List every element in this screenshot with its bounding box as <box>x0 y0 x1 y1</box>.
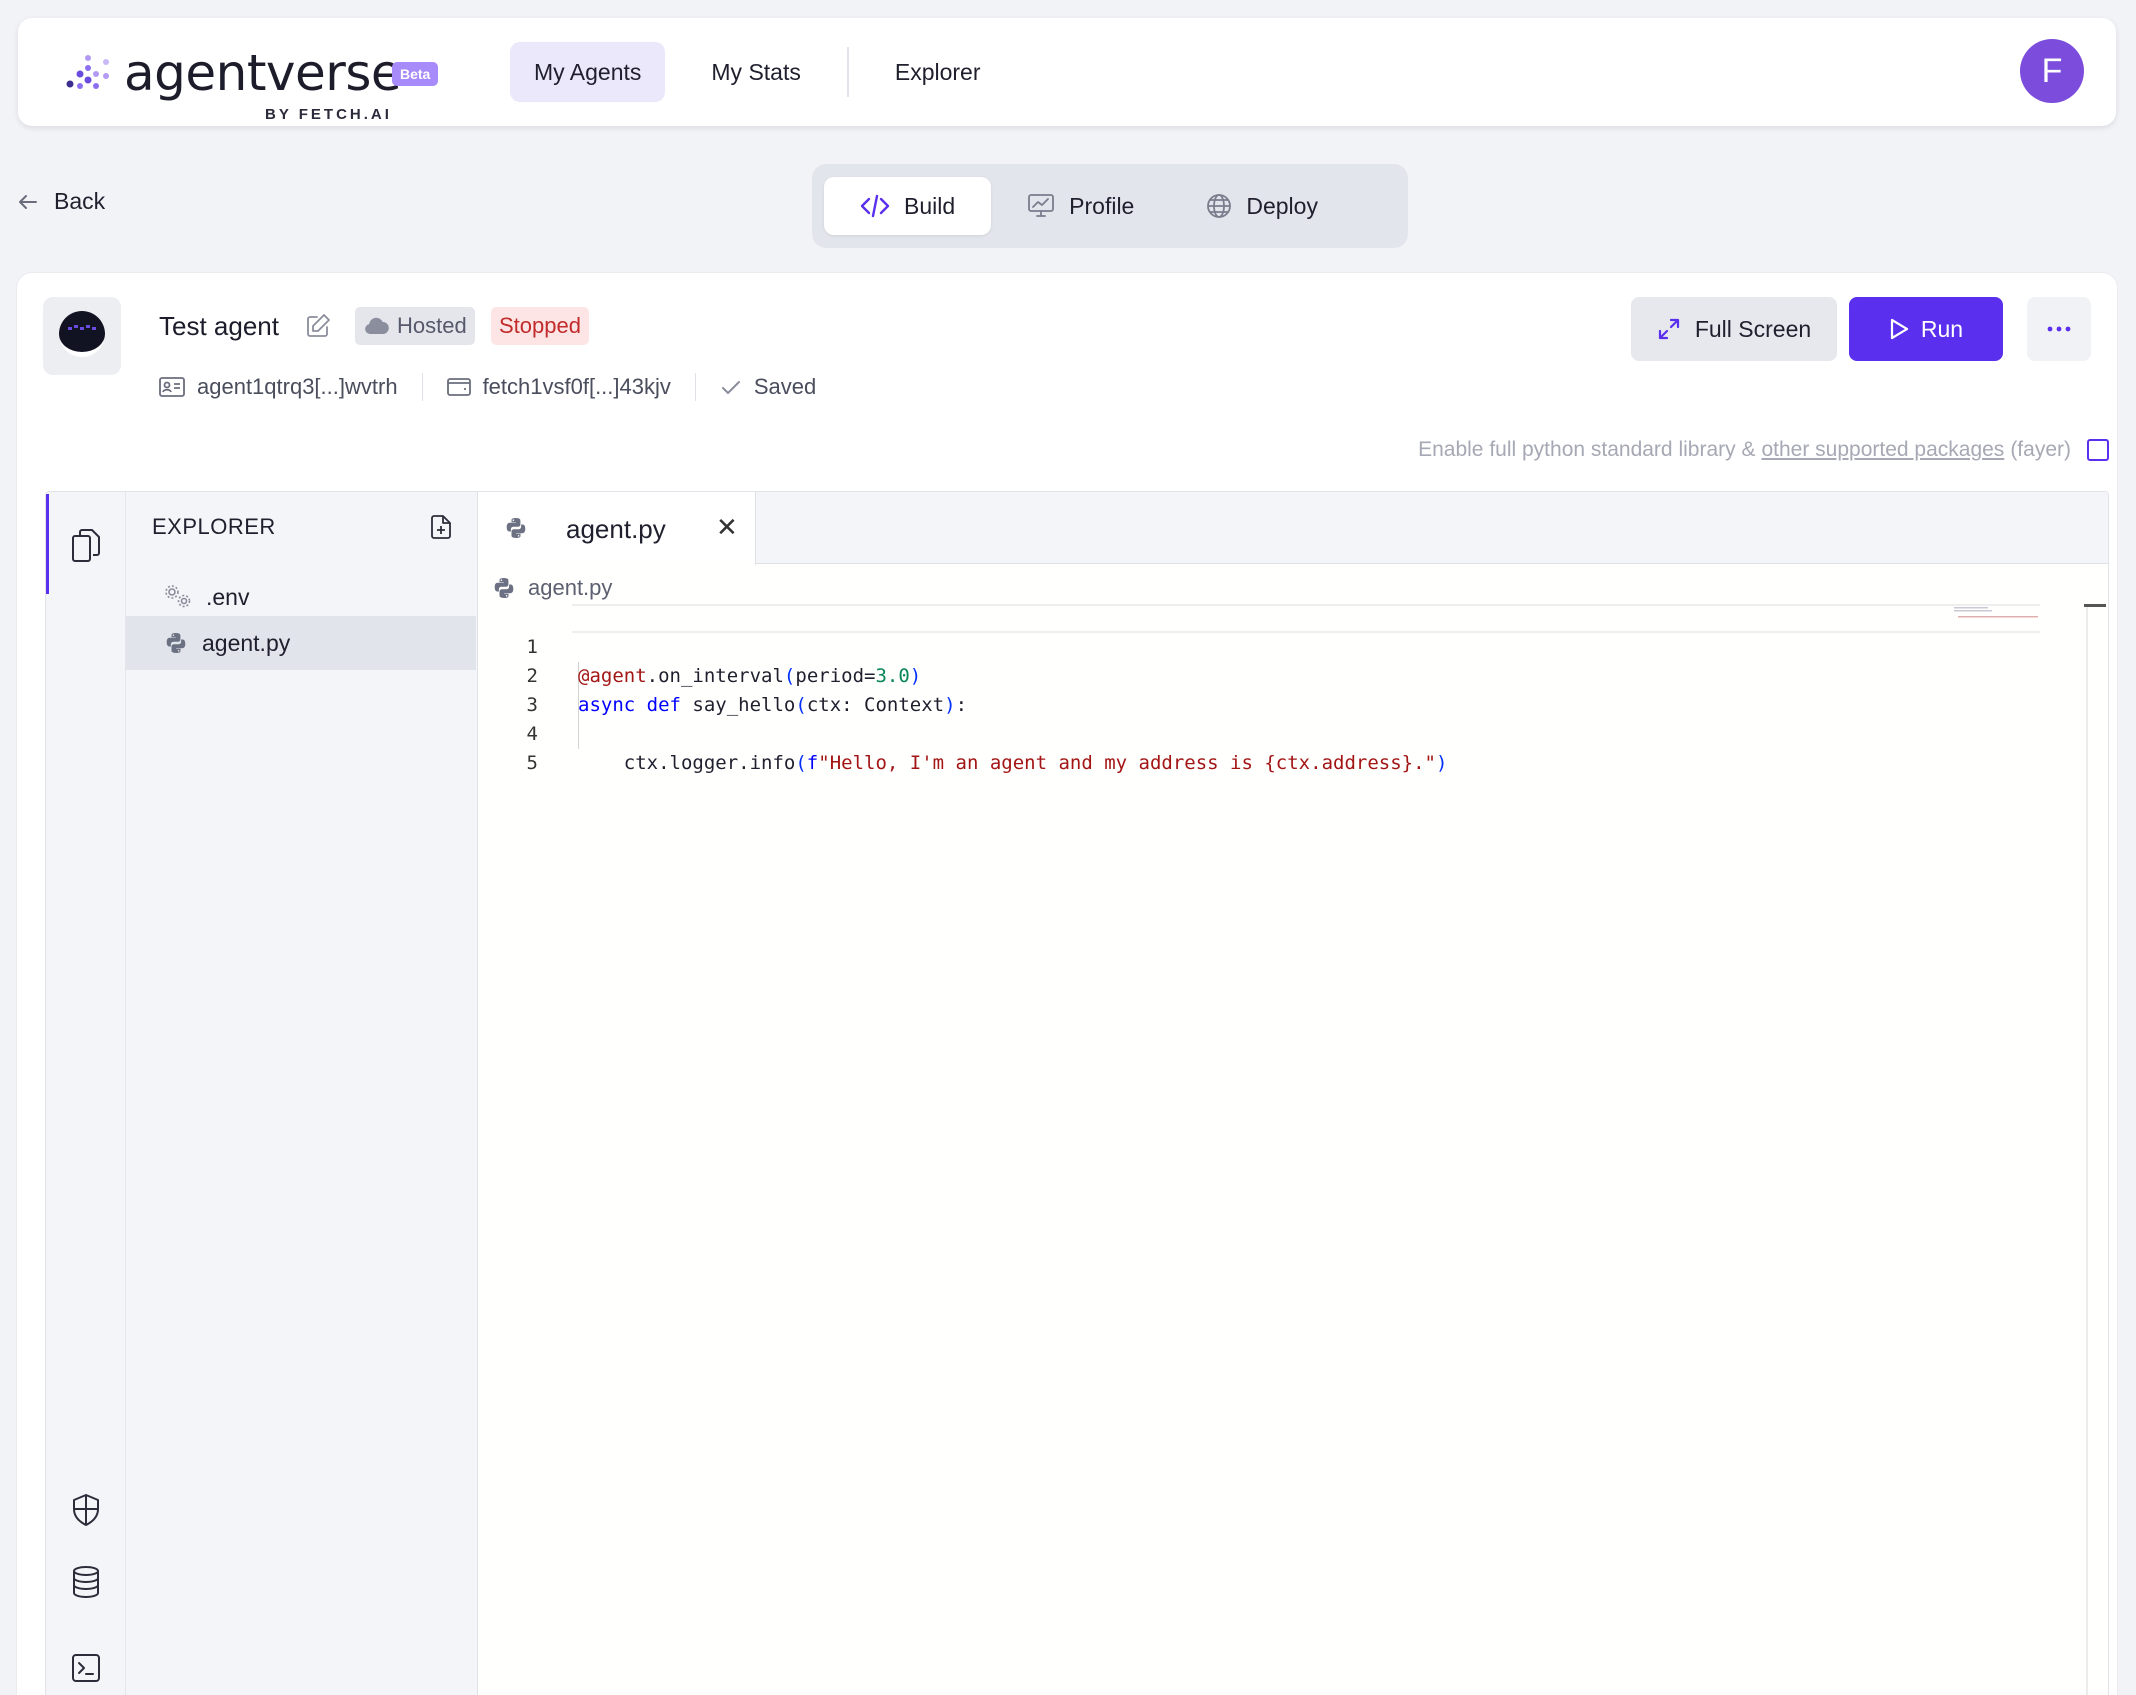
minimap <box>1954 607 2038 618</box>
tab-build[interactable]: Build <box>824 177 992 235</box>
breadcrumb-file: agent.py <box>528 575 613 600</box>
code-line: 2 async def say_hello(ctx: Context): <box>478 633 967 716</box>
code-line: 3 <box>478 662 592 716</box>
explorer-title: EXPLORER <box>152 514 276 539</box>
back-label: Back <box>54 188 106 214</box>
expand-icon <box>1658 318 1679 340</box>
agent-panel: Test agent Hosted Stopped agent1qtrq3[..… <box>16 272 2118 1695</box>
arrow-left-icon <box>19 194 37 209</box>
code-editor[interactable]: agent.py ✕ agent.py 1 @agent.on_interval… <box>478 492 2108 1695</box>
line-source: async def say_hello(ctx: Context): <box>578 694 968 716</box>
python-icon <box>494 578 514 598</box>
files-icon[interactable] <box>68 528 104 564</box>
editor-tab-agent-py[interactable]: agent.py ✕ <box>478 492 756 565</box>
code-content[interactable]: 1 @agent.on_interval(period=3.0) 2 async… <box>478 604 2108 1695</box>
back-link[interactable]: Back <box>16 188 105 215</box>
agentverse-logo[interactable]: agentverse Beta BY FETCH.AI <box>46 32 466 123</box>
globe-icon <box>1207 194 1232 218</box>
nav-my-stats[interactable]: My Stats <box>687 42 824 102</box>
user-avatar[interactable]: F <box>2020 39 2084 103</box>
full-screen-label: Full Screen <box>1694 315 1812 342</box>
agent-name: Test agent <box>159 311 279 341</box>
brand-byline: BY FETCH.AI <box>265 106 392 123</box>
code-line: 5 <box>478 720 592 774</box>
more-horizontal-icon <box>2047 326 2071 332</box>
python-icon <box>166 633 186 653</box>
current-line-highlight <box>572 604 2040 633</box>
stdlib-checkbox[interactable] <box>2087 439 2109 461</box>
agent-avatar-face <box>59 311 105 357</box>
beta-badge: Beta <box>392 62 439 86</box>
agent-address[interactable]: agent1qtrq3[...]wvtrh <box>159 374 398 400</box>
more-options-button[interactable] <box>2027 297 2091 361</box>
nav-my-agents[interactable]: My Agents <box>510 42 666 102</box>
close-tab-icon[interactable]: ✕ <box>716 512 738 543</box>
top-navbar: agentverse Beta BY FETCH.AI My Agents My… <box>18 18 2116 126</box>
scrollbar-thumb[interactable] <box>2084 604 2106 607</box>
editor-tab-strip: agent.py ✕ <box>478 492 2108 565</box>
check-icon <box>721 381 740 395</box>
nav-explorer[interactable]: Explorer <box>871 42 1005 102</box>
activity-active-indicator <box>46 494 49 594</box>
editor-tab-label: agent.py <box>566 514 666 544</box>
python-icon <box>506 518 526 538</box>
full-screen-button[interactable]: Full Screen <box>1631 297 1837 361</box>
supported-packages-link[interactable]: other supported packages <box>1761 438 2004 462</box>
robot-eyes-icon <box>68 325 96 330</box>
monitor-chart-icon <box>1028 194 1055 217</box>
cloud-icon <box>365 317 389 334</box>
line-source: ctx.logger.info(f"Hello, I'm an agent an… <box>578 752 1448 774</box>
code-line: 1 @agent.on_interval(period=3.0) <box>478 604 922 687</box>
save-status: Saved <box>720 374 816 400</box>
tree-item-label: agent.py <box>202 629 291 656</box>
stdlib-option: Enable full python standard library & ot… <box>1349 433 2109 467</box>
wallet-address-text: fetch1vsf0f[...]43kjv <box>482 374 671 399</box>
id-card-icon <box>159 377 185 397</box>
agent-avatar <box>43 297 121 375</box>
tab-deploy-label: Deploy <box>1246 192 1318 219</box>
file-explorer: EXPLORER .env agent.py <box>126 492 478 1695</box>
run-button[interactable]: Run <box>1849 297 2003 361</box>
code-ide: EXPLORER .env agent.py agent.py ✕ agent.… <box>45 491 2109 1695</box>
status-badge: Stopped <box>491 307 589 345</box>
wallet-icon <box>446 378 471 396</box>
meta-divider <box>421 373 423 401</box>
run-label: Run <box>1920 315 1964 342</box>
breadcrumb: agent.py <box>492 570 612 606</box>
code-line: 4 ctx.logger.info(f"Hello, I'm an agent … <box>478 691 1448 774</box>
tab-profile-label: Profile <box>1069 192 1135 219</box>
hosted-label: Hosted <box>397 313 467 338</box>
nav-divider <box>846 47 849 97</box>
play-icon <box>1890 318 1908 340</box>
edit-icon[interactable] <box>305 313 331 339</box>
tab-deploy[interactable]: Deploy <box>1170 177 1354 235</box>
new-file-icon[interactable] <box>430 514 452 540</box>
gears-icon <box>165 585 191 608</box>
line-source: @agent.on_interval(period=3.0) <box>578 665 922 687</box>
activity-bar <box>46 492 126 1695</box>
logo-dots-icon <box>66 55 109 89</box>
wallet-address[interactable]: fetch1vsf0f[...]43kjv <box>446 374 671 400</box>
tab-build-label: Build <box>904 192 956 219</box>
line-number: 5 <box>526 752 538 774</box>
brand-name: agentverse <box>124 44 402 102</box>
main-nav: My Agents My Stats Explorer <box>510 42 1005 102</box>
tree-item-label: .env <box>206 583 250 610</box>
agent-meta: agent1qtrq3[...]wvtrh fetch1vsf0f[...]43… <box>159 369 816 405</box>
tree-item-agent-py[interactable]: agent.py <box>126 616 476 670</box>
meta-divider <box>694 373 696 401</box>
hosted-badge: Hosted <box>355 307 475 345</box>
agent-tabs: Build Profile Deploy <box>812 164 1408 248</box>
save-status-text: Saved <box>753 374 817 399</box>
editor-scrollbar[interactable] <box>2086 606 2088 1695</box>
shield-icon[interactable] <box>68 1492 104 1528</box>
stdlib-text: Enable full python standard library & <box>1418 438 1756 461</box>
database-icon[interactable] <box>68 1564 104 1600</box>
stdlib-suffix: (fayer) <box>2010 438 2071 461</box>
agent-address-text: agent1qtrq3[...]wvtrh <box>197 374 398 399</box>
code-icon <box>860 194 890 218</box>
terminal-icon[interactable] <box>68 1650 104 1686</box>
tab-profile[interactable]: Profile <box>991 177 1170 235</box>
